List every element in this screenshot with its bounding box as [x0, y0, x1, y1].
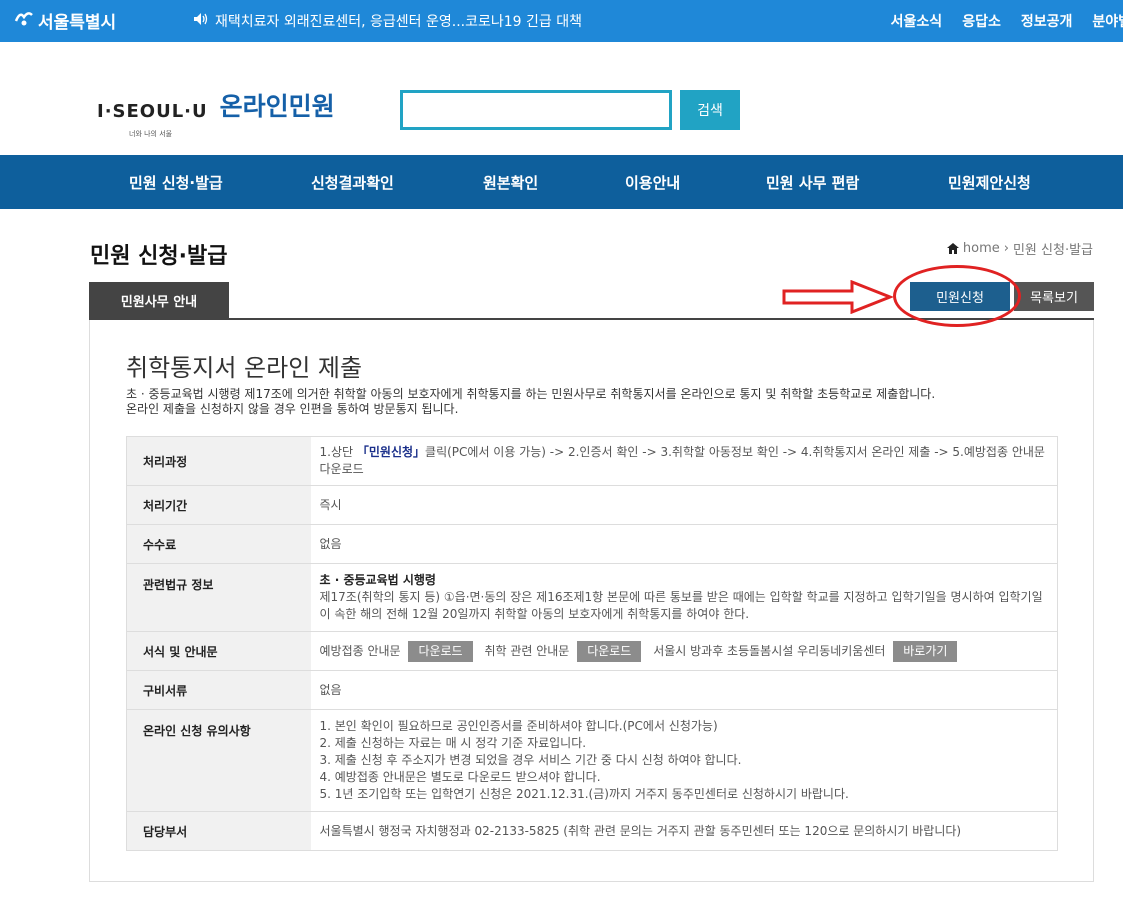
- link-info-disclosure[interactable]: 정보공개: [1021, 11, 1073, 31]
- nav-handbook[interactable]: 민원 사무 편람: [766, 172, 859, 193]
- table-row: 관련법규 정보 초 · 중등교육법 시행령 제17조(취학의 통지 등) ①읍·…: [126, 563, 1058, 632]
- page-title: 민원 신청·발급: [90, 244, 228, 269]
- process-value: 1.상단 「민원신청」클릭(PC에서 이용 가능) -> 2.인증서 확인 ->…: [310, 436, 1058, 486]
- law-value: 초 · 중등교육법 시행령 제17조(취학의 통지 등) ①읍·면·동의 장은 …: [310, 563, 1058, 632]
- annotation-arrow-icon: [782, 280, 894, 314]
- nav-original-check[interactable]: 원본확인: [483, 172, 538, 193]
- service-heading: 취학통지서 온라인 제출: [126, 354, 363, 382]
- link-eungdapso[interactable]: 응답소: [962, 11, 1001, 31]
- table-row: 처리기간 즉시: [126, 485, 1058, 525]
- iseoulu-tagline: 너와 나의 서울: [129, 130, 173, 138]
- service-description: 초 · 중등교육법 시행령 제17조에 의거한 취학할 아동의 보호자에게 취학…: [126, 387, 936, 416]
- download-school-guide-button[interactable]: 다운로드: [577, 640, 642, 662]
- dept-value: 서울특별시 행정국 자치행정과 02-2133-5825 (취학 관련 문의는 …: [310, 811, 1058, 851]
- table-row: 구비서류 없음: [126, 670, 1058, 710]
- docs-value: 없음: [310, 670, 1058, 710]
- search-input[interactable]: [400, 90, 672, 130]
- period-value: 즉시: [310, 485, 1058, 525]
- nav-apply-issue[interactable]: 민원 신청·발급: [129, 172, 223, 193]
- note-item: 3. 제출 신청 후 주소지가 변경 되었을 경우 서비스 기간 중 다시 신청…: [319, 753, 742, 767]
- site-brand[interactable]: I·SEOUL·U 너와 나의 서울 온라인민원: [97, 92, 335, 139]
- row-label: 담당부서: [126, 811, 311, 851]
- table-row: 담당부서 서울특별시 행정국 자치행정과 02-2133-5825 (취학 관련…: [126, 811, 1058, 851]
- iseoulu-logo: I·SEOUL·U 너와 나의 서울: [97, 103, 208, 139]
- apply-highlight: 「민원신청」: [356, 445, 426, 459]
- table-row: 온라인 신청 유의사항 1. 본인 확인이 필요하므로 공인인증서를 준비하셔야…: [126, 709, 1058, 812]
- goto-kium-center-button[interactable]: 바로가기: [893, 640, 958, 662]
- note-item: 1. 본인 확인이 필요하므로 공인인증서를 준비하셔야 합니다.(PC에서 신…: [319, 719, 718, 733]
- law-title: 초 · 중등교육법 시행령: [319, 573, 436, 587]
- list-button[interactable]: 목록보기: [1014, 282, 1094, 311]
- top-links: 서울소식 응답소 정보공개 분야별: [891, 11, 1123, 31]
- seoul-logo[interactable]: 서울특별시: [14, 8, 116, 33]
- table-row: 수수료 없음: [126, 524, 1058, 564]
- seoul-mark-icon: [14, 9, 34, 32]
- breadcrumb-home[interactable]: home: [963, 241, 1000, 256]
- note-item: 2. 제출 신청하는 자료는 매 시 정각 기준 자료입니다.: [319, 736, 587, 750]
- breadcrumb-separator-icon: ›: [1003, 241, 1009, 256]
- notes-value: 1. 본인 확인이 필요하므로 공인인증서를 준비하셔야 합니다.(PC에서 신…: [310, 709, 1058, 812]
- breadcrumb: home › 민원 신청·발급: [946, 239, 1093, 258]
- law-text: 제17조(취학의 통지 등) ①읍·면·동의 장은 제16조제1항 본문에 따른…: [319, 590, 1043, 621]
- row-label: 처리기간: [126, 485, 311, 525]
- table-row: 처리과정 1.상단 「민원신청」클릭(PC에서 이용 가능) -> 2.인증서 …: [126, 436, 1058, 486]
- nav-proposal[interactable]: 민원제안신청: [948, 172, 1031, 193]
- form-item-kium-center: 서울시 방과후 초등돌봄시설 우리동네키움센터: [653, 643, 886, 658]
- notice-ticker[interactable]: 재택치료자 외래진료센터, 응급센터 운영...코로나19 긴급 대책: [193, 11, 582, 31]
- table-row: 서식 및 안내문 예방접종 안내문 다운로드 취학 관련 안내문 다운로드 서울…: [126, 631, 1058, 671]
- row-label: 서식 및 안내문: [126, 631, 311, 671]
- breadcrumb-current: 민원 신청·발급: [1012, 243, 1093, 258]
- row-label: 온라인 신청 유의사항: [126, 709, 311, 812]
- row-label: 처리과정: [126, 436, 311, 486]
- annotation-circle: [893, 265, 1021, 327]
- row-label: 수수료: [126, 524, 311, 564]
- content-panel: 취학통지서 온라인 제출 초 · 중등교육법 시행령 제17조에 의거한 취학할…: [89, 320, 1094, 882]
- download-vaccination-button[interactable]: 다운로드: [408, 640, 473, 662]
- note-item: 4. 예방접종 안내문은 별도로 다운로드 받으셔야 합니다.: [319, 770, 601, 784]
- link-seoul-news[interactable]: 서울소식: [891, 11, 943, 31]
- row-label: 구비서류: [126, 670, 311, 710]
- note-item: 5. 1년 조기입학 또는 입학연기 신청은 2021.12.31.(금)까지 …: [319, 787, 849, 801]
- speaker-icon: [193, 12, 209, 30]
- nav-usage-guide[interactable]: 이용안내: [625, 172, 680, 193]
- seoul-logo-text: 서울특별시: [38, 13, 117, 33]
- main-nav: 민원 신청·발급 신청결과확인 원본확인 이용안내 민원 사무 편람 민원제안신…: [0, 155, 1123, 209]
- site-title: 온라인민원: [219, 92, 335, 121]
- top-bar: 서울특별시 재택치료자 외래진료센터, 응급센터 운영...코로나19 긴급 대…: [0, 0, 1123, 42]
- fee-value: 없음: [310, 524, 1058, 564]
- info-table: 처리과정 1.상단 「민원신청」클릭(PC에서 이용 가능) -> 2.인증서 …: [126, 436, 1058, 851]
- nav-result-check[interactable]: 신청결과확인: [311, 172, 394, 193]
- form-item-school: 취학 관련 안내문: [484, 643, 570, 658]
- form-item-vaccination: 예방접종 안내문: [319, 643, 401, 658]
- notice-text: 재택치료자 외래진료센터, 응급센터 운영...코로나19 긴급 대책: [215, 14, 582, 30]
- row-label: 관련법규 정보: [126, 563, 311, 632]
- search-button[interactable]: 검색: [680, 90, 740, 130]
- home-icon[interactable]: [946, 243, 959, 254]
- link-by-field[interactable]: 분야별: [1092, 11, 1123, 31]
- forms-value: 예방접종 안내문 다운로드 취학 관련 안내문 다운로드 서울시 방과후 초등돌…: [310, 631, 1058, 671]
- tab-civil-guide[interactable]: 민원사무 안내: [89, 282, 229, 319]
